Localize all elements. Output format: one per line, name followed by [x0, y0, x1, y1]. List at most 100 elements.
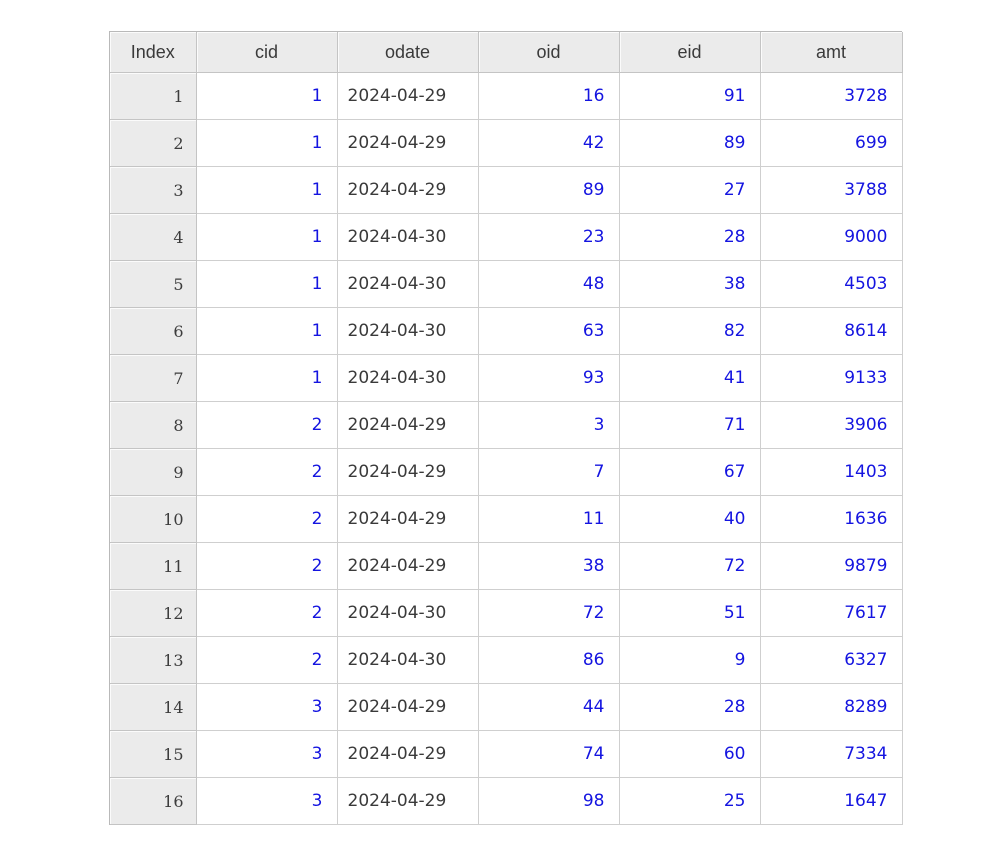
oid-cell[interactable]: 98: [478, 777, 620, 825]
cid-cell[interactable]: 1: [196, 119, 338, 167]
odate-cell[interactable]: 2024-04-29: [337, 72, 479, 120]
row-index-cell[interactable]: 4: [110, 213, 197, 261]
table-row[interactable]: 10 2 2024-04-29 11 40 1636: [110, 495, 903, 543]
odate-cell[interactable]: 2024-04-29: [337, 495, 479, 543]
cid-cell[interactable]: 3: [196, 777, 338, 825]
table-row[interactable]: 13 2 2024-04-30 86 9 6327: [110, 636, 903, 684]
table-row[interactable]: 5 1 2024-04-30 48 38 4503: [110, 260, 903, 308]
odate-cell[interactable]: 2024-04-30: [337, 307, 479, 355]
table-row[interactable]: 9 2 2024-04-29 7 67 1403: [110, 448, 903, 496]
cid-cell[interactable]: 2: [196, 401, 338, 449]
table-row[interactable]: 11 2 2024-04-29 38 72 9879: [110, 542, 903, 590]
eid-cell[interactable]: 60: [619, 730, 761, 778]
row-index-cell[interactable]: 11: [110, 542, 197, 590]
cid-cell[interactable]: 2: [196, 636, 338, 684]
row-index-cell[interactable]: 14: [110, 683, 197, 731]
table-row[interactable]: 1 1 2024-04-29 16 91 3728: [110, 72, 903, 120]
odate-cell[interactable]: 2024-04-29: [337, 777, 479, 825]
row-index-cell[interactable]: 2: [110, 119, 197, 167]
row-index-cell[interactable]: 16: [110, 777, 197, 825]
amt-cell[interactable]: 8289: [760, 683, 903, 731]
column-header-index[interactable]: Index: [110, 32, 197, 73]
odate-cell[interactable]: 2024-04-29: [337, 683, 479, 731]
table-row[interactable]: 2 1 2024-04-29 42 89 699: [110, 119, 903, 167]
amt-cell[interactable]: 8614: [760, 307, 903, 355]
odate-cell[interactable]: 2024-04-29: [337, 730, 479, 778]
odate-cell[interactable]: 2024-04-30: [337, 354, 479, 402]
row-index-cell[interactable]: 9: [110, 448, 197, 496]
eid-cell[interactable]: 38: [619, 260, 761, 308]
row-index-cell[interactable]: 12: [110, 589, 197, 637]
row-index-cell[interactable]: 6: [110, 307, 197, 355]
oid-cell[interactable]: 86: [478, 636, 620, 684]
cid-cell[interactable]: 2: [196, 495, 338, 543]
eid-cell[interactable]: 72: [619, 542, 761, 590]
odate-cell[interactable]: 2024-04-29: [337, 401, 479, 449]
oid-cell[interactable]: 89: [478, 166, 620, 214]
row-index-cell[interactable]: 10: [110, 495, 197, 543]
amt-cell[interactable]: 699: [760, 119, 903, 167]
amt-cell[interactable]: 6327: [760, 636, 903, 684]
eid-cell[interactable]: 71: [619, 401, 761, 449]
odate-cell[interactable]: 2024-04-30: [337, 213, 479, 261]
cid-cell[interactable]: 1: [196, 166, 338, 214]
eid-cell[interactable]: 89: [619, 119, 761, 167]
odate-cell[interactable]: 2024-04-29: [337, 119, 479, 167]
table-row[interactable]: 14 3 2024-04-29 44 28 8289: [110, 683, 903, 731]
row-index-cell[interactable]: 1: [110, 72, 197, 120]
row-index-cell[interactable]: 7: [110, 354, 197, 402]
column-header-cid[interactable]: cid: [196, 32, 338, 73]
oid-cell[interactable]: 23: [478, 213, 620, 261]
oid-cell[interactable]: 16: [478, 72, 620, 120]
amt-cell[interactable]: 9000: [760, 213, 903, 261]
amt-cell[interactable]: 7334: [760, 730, 903, 778]
eid-cell[interactable]: 40: [619, 495, 761, 543]
table-row[interactable]: 4 1 2024-04-30 23 28 9000: [110, 213, 903, 261]
cid-cell[interactable]: 2: [196, 448, 338, 496]
eid-cell[interactable]: 41: [619, 354, 761, 402]
eid-cell[interactable]: 91: [619, 72, 761, 120]
odate-cell[interactable]: 2024-04-29: [337, 448, 479, 496]
odate-cell[interactable]: 2024-04-29: [337, 166, 479, 214]
table-row[interactable]: 3 1 2024-04-29 89 27 3788: [110, 166, 903, 214]
table-row[interactable]: 16 3 2024-04-29 98 25 1647: [110, 777, 903, 825]
amt-cell[interactable]: 4503: [760, 260, 903, 308]
eid-cell[interactable]: 51: [619, 589, 761, 637]
cid-cell[interactable]: 3: [196, 683, 338, 731]
amt-cell[interactable]: 1647: [760, 777, 903, 825]
row-index-cell[interactable]: 13: [110, 636, 197, 684]
row-index-cell[interactable]: 5: [110, 260, 197, 308]
eid-cell[interactable]: 28: [619, 213, 761, 261]
amt-cell[interactable]: 1636: [760, 495, 903, 543]
amt-cell[interactable]: 9879: [760, 542, 903, 590]
table-row[interactable]: 12 2 2024-04-30 72 51 7617: [110, 589, 903, 637]
table-row[interactable]: 6 1 2024-04-30 63 82 8614: [110, 307, 903, 355]
column-header-odate[interactable]: odate: [337, 32, 479, 73]
amt-cell[interactable]: 3906: [760, 401, 903, 449]
cid-cell[interactable]: 1: [196, 260, 338, 308]
row-index-cell[interactable]: 15: [110, 730, 197, 778]
column-header-oid[interactable]: oid: [478, 32, 620, 73]
oid-cell[interactable]: 38: [478, 542, 620, 590]
eid-cell[interactable]: 28: [619, 683, 761, 731]
row-index-cell[interactable]: 8: [110, 401, 197, 449]
oid-cell[interactable]: 11: [478, 495, 620, 543]
oid-cell[interactable]: 42: [478, 119, 620, 167]
amt-cell[interactable]: 7617: [760, 589, 903, 637]
oid-cell[interactable]: 63: [478, 307, 620, 355]
cid-cell[interactable]: 1: [196, 307, 338, 355]
eid-cell[interactable]: 27: [619, 166, 761, 214]
oid-cell[interactable]: 72: [478, 589, 620, 637]
eid-cell[interactable]: 9: [619, 636, 761, 684]
oid-cell[interactable]: 93: [478, 354, 620, 402]
amt-cell[interactable]: 9133: [760, 354, 903, 402]
cid-cell[interactable]: 2: [196, 589, 338, 637]
oid-cell[interactable]: 74: [478, 730, 620, 778]
odate-cell[interactable]: 2024-04-30: [337, 260, 479, 308]
column-header-eid[interactable]: eid: [619, 32, 761, 73]
eid-cell[interactable]: 67: [619, 448, 761, 496]
cid-cell[interactable]: 1: [196, 213, 338, 261]
amt-cell[interactable]: 3728: [760, 72, 903, 120]
eid-cell[interactable]: 25: [619, 777, 761, 825]
amt-cell[interactable]: 1403: [760, 448, 903, 496]
